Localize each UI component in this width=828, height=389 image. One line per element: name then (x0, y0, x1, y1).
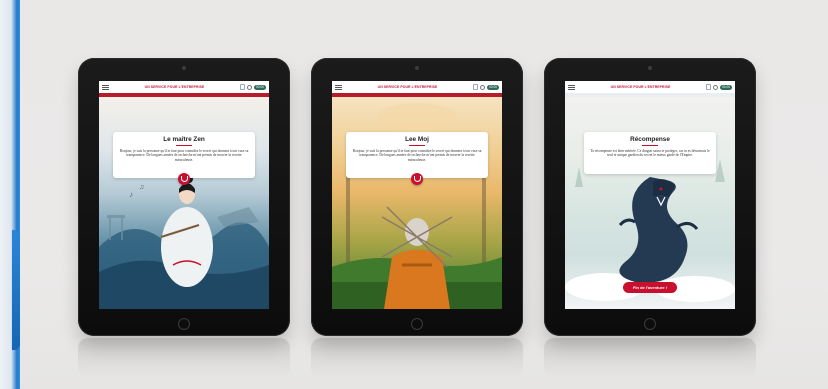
home-button[interactable] (178, 318, 190, 330)
camera-icon (648, 66, 652, 70)
dialog-text: Bonjour, je suis la personne qu'il te fa… (352, 149, 482, 162)
badge-icon (473, 84, 479, 90)
app-header: UN SERVICE POUR L'ENTREPRISE 00:00 (565, 81, 735, 93)
badge-icon (240, 84, 246, 90)
clock-icon (247, 84, 253, 90)
brand-label: UN SERVICE POUR L'ENTREPRISE (610, 85, 671, 89)
app-header: UN SERVICE POUR L'ENTREPRISE 00:00 (332, 81, 502, 93)
tablet-3-screen: UN SERVICE POUR L'ENTREPRISE 00:00 Récom… (565, 81, 735, 309)
audio-icon[interactable] (178, 173, 190, 185)
menu-icon[interactable] (335, 84, 342, 90)
menu-icon[interactable] (568, 84, 575, 90)
title-divider (409, 145, 425, 146)
dialog-text: Ta récompense est bien méritée. Ce drago… (590, 149, 710, 158)
app-header: UN SERVICE POUR L'ENTREPRISE 00:00 (99, 81, 269, 93)
timer: 00:00 (720, 84, 732, 90)
brand-label: UN SERVICE POUR L'ENTREPRISE (377, 85, 438, 89)
illustration-lee-moj: Lee Moj Bonjour, je suis la personne qu'… (332, 97, 502, 309)
camera-icon (415, 66, 419, 70)
timer: 00:00 (487, 84, 499, 90)
character-title: Le maître Zen (163, 136, 205, 143)
tablet-1: UN SERVICE POUR L'ENTREPRISE 00:00 ♪ ♫ L… (78, 58, 290, 336)
tablet-2-reflection (311, 338, 523, 378)
home-button[interactable] (411, 318, 423, 330)
screen-title: Récompense (630, 136, 670, 143)
camera-icon (182, 66, 186, 70)
dialog-card: Lee Moj Bonjour, je suis la personne qu'… (346, 132, 488, 178)
mockup-stage: UN SERVICE POUR L'ENTREPRISE 00:00 ♪ ♫ L… (20, 0, 828, 389)
dragon-illustration (565, 159, 735, 302)
title-divider (642, 145, 658, 146)
menu-icon[interactable] (102, 84, 109, 90)
tablet-1-screen: UN SERVICE POUR L'ENTREPRISE 00:00 ♪ ♫ L… (99, 81, 269, 309)
zen-master-illustration: ♪ ♫ (99, 175, 269, 309)
audio-icon[interactable] (411, 173, 423, 185)
character-title: Lee Moj (405, 136, 429, 143)
dialog-card: Le maître Zen Bonjour, je suis la person… (113, 132, 255, 178)
tablet-3-reflection (544, 338, 756, 378)
svg-text:♪: ♪ (129, 190, 133, 199)
lee-moj-illustration (332, 103, 502, 309)
brand-label: UN SERVICE POUR L'ENTREPRISE (144, 85, 205, 89)
tablet-2: UN SERVICE POUR L'ENTREPRISE 00:00 Lee M… (311, 58, 523, 336)
clock-icon (480, 84, 486, 90)
svg-text:♫: ♫ (139, 184, 144, 191)
title-divider (176, 145, 192, 146)
illustration-zen-master: ♪ ♫ Le maître Zen Bonjour, je suis la pe… (99, 97, 269, 309)
tablet-3: UN SERVICE POUR L'ENTREPRISE 00:00 Récom… (544, 58, 756, 336)
dialog-text: Bonjour, je suis la personne qu'il te fa… (119, 149, 249, 162)
end-adventure-button[interactable]: Fin de l'aventure ! (623, 282, 677, 293)
dialog-card: Récompense Ta récompense est bien mérité… (584, 132, 716, 174)
tablet-2-screen: UN SERVICE POUR L'ENTREPRISE 00:00 Lee M… (332, 81, 502, 309)
illustration-dragon: Récompense Ta récompense est bien mérité… (565, 97, 735, 309)
clock-icon (713, 84, 719, 90)
tablet-1-reflection (78, 338, 290, 378)
left-edge-photo (0, 0, 20, 389)
home-button[interactable] (644, 318, 656, 330)
badge-icon (706, 84, 712, 90)
timer: 00:00 (254, 84, 266, 90)
